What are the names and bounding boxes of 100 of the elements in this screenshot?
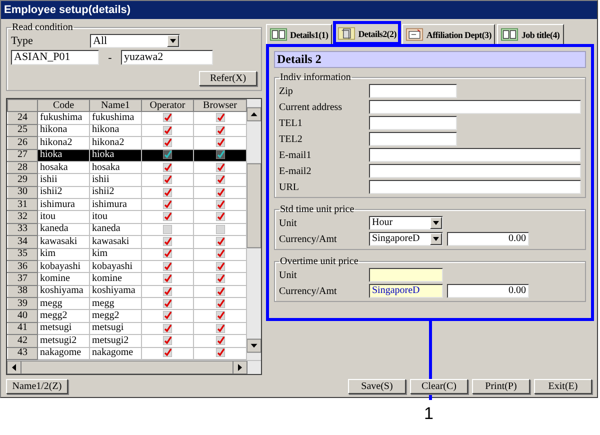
- checked-checkbox[interactable]: [216, 311, 224, 320]
- checked-checkbox[interactable]: [216, 126, 224, 135]
- table-row[interactable]: 42 metsugi2 metsugi2: [8, 334, 246, 347]
- action-button[interactable]: Save(S): [348, 378, 406, 394]
- currency-field[interactable]: SingaporeD: [369, 284, 443, 298]
- table-row[interactable]: 28 hosaka hosaka: [8, 161, 246, 174]
- checked-checkbox[interactable]: [163, 237, 172, 246]
- checked-checkbox[interactable]: [163, 324, 172, 333]
- checked-checkbox[interactable]: [163, 162, 172, 172]
- checked-checkbox[interactable]: [216, 286, 224, 296]
- name-toggle-button[interactable]: Name1/2(Z): [6, 378, 68, 394]
- table-row[interactable]: 38 koshiyama koshiyama: [8, 285, 246, 298]
- table-row[interactable]: 32 itou itou: [8, 210, 246, 224]
- table-row[interactable]: 29 ishii ishii: [8, 174, 246, 186]
- input-field[interactable]: [369, 100, 581, 114]
- checked-checkbox[interactable]: [163, 126, 172, 135]
- envelope-icon: [406, 28, 424, 41]
- checked-checkbox[interactable]: [216, 274, 224, 284]
- checked-checkbox[interactable]: [163, 249, 172, 258]
- checked-checkbox[interactable]: [216, 298, 224, 308]
- checked-checkbox[interactable]: [216, 113, 224, 122]
- checked-checkbox[interactable]: [163, 336, 172, 346]
- checked-checkbox[interactable]: [163, 274, 172, 284]
- checked-checkbox[interactable]: [216, 336, 224, 346]
- input-field[interactable]: [369, 164, 581, 178]
- window-title: Employee setup(details): [1, 1, 597, 19]
- column-header[interactable]: Name1: [90, 100, 142, 112]
- checked-checkbox[interactable]: [216, 162, 224, 172]
- checked-checkbox[interactable]: [163, 298, 172, 308]
- checked-checkbox[interactable]: [216, 175, 224, 184]
- checked-checkbox[interactable]: [163, 212, 172, 222]
- action-button[interactable]: Print(P): [472, 378, 530, 394]
- checked-checkbox[interactable]: [163, 348, 172, 358]
- amount-field[interactable]: 0.00: [447, 284, 529, 298]
- to-code-field[interactable]: yuzawa2: [121, 50, 213, 65]
- table-row[interactable]: 41 metsugi metsugi: [8, 322, 246, 335]
- table-row[interactable]: 40 megg2 megg2: [8, 310, 246, 322]
- checked-checkbox[interactable]: [216, 212, 224, 222]
- checked-checkbox[interactable]: [216, 249, 224, 258]
- column-header[interactable]: Code: [38, 100, 90, 112]
- tab[interactable]: Details1(1): [266, 24, 332, 44]
- refer-button[interactable]: Refer(X): [199, 71, 257, 86]
- table-row[interactable]: 26 hikona2 hikona2: [8, 136, 246, 149]
- checked-checkbox[interactable]: [216, 150, 224, 160]
- checked-checkbox[interactable]: [163, 200, 172, 209]
- checked-checkbox[interactable]: [163, 113, 172, 122]
- table-row[interactable]: 39 megg megg: [8, 298, 246, 310]
- tab[interactable]: Affiliation Dept(3): [402, 24, 496, 44]
- checked-checkbox[interactable]: [163, 262, 172, 271]
- amount-field[interactable]: 0.00: [447, 232, 529, 246]
- book-icon: [501, 28, 518, 41]
- checked-checkbox[interactable]: [163, 188, 172, 197]
- column-header[interactable]: Browser: [194, 100, 246, 112]
- table-row[interactable]: 35 kim kim: [8, 248, 246, 260]
- checked-checkbox[interactable]: [216, 200, 224, 209]
- table-row[interactable]: 33 kaneda kaneda: [8, 223, 246, 236]
- checked-checkbox[interactable]: [216, 324, 224, 333]
- checkbox[interactable]: [216, 224, 224, 234]
- table-row[interactable]: 31 ishimura ishimura: [8, 198, 246, 211]
- row-number: 32: [8, 210, 38, 224]
- checked-checkbox[interactable]: [163, 311, 172, 320]
- table-row[interactable]: 24 fukushima fukushima: [8, 112, 246, 124]
- checked-checkbox[interactable]: [163, 150, 172, 160]
- tab[interactable]: Job title(4): [497, 24, 564, 44]
- checked-checkbox[interactable]: [216, 138, 224, 148]
- currency-dropdown[interactable]: SingaporeD: [369, 232, 443, 246]
- checked-checkbox[interactable]: [163, 138, 172, 148]
- input-field[interactable]: [369, 148, 581, 162]
- vertical-scrollbar[interactable]: [247, 99, 261, 361]
- book-icon: [270, 28, 287, 41]
- row-number: 26: [8, 136, 38, 149]
- action-button[interactable]: Clear(C): [410, 378, 468, 394]
- table-row[interactable]: 27 hioka hioka: [8, 149, 246, 162]
- checked-checkbox[interactable]: [216, 237, 224, 246]
- table-row[interactable]: 30 ishii2 ishii2: [8, 186, 246, 198]
- checked-checkbox[interactable]: [216, 188, 224, 197]
- table-cell: metsugi: [38, 322, 90, 335]
- unit-dropdown[interactable]: Hour: [369, 216, 443, 230]
- checked-checkbox[interactable]: [163, 175, 172, 184]
- input-field[interactable]: [369, 84, 457, 98]
- column-header[interactable]: Operator: [142, 100, 194, 112]
- input-field[interactable]: [369, 116, 457, 130]
- table-row[interactable]: 34 kawasaki kawasaki: [8, 236, 246, 248]
- field-label: E-mail2: [279, 166, 312, 176]
- input-field[interactable]: [369, 180, 581, 194]
- horizontal-scrollbar[interactable]: [7, 360, 261, 374]
- checkbox[interactable]: [163, 224, 172, 234]
- table-row[interactable]: 36 kobayashi kobayashi: [8, 260, 246, 273]
- table-row[interactable]: 37 komine komine: [8, 272, 246, 286]
- checked-checkbox[interactable]: [216, 262, 224, 271]
- type-dropdown[interactable]: All: [90, 34, 180, 48]
- tab[interactable]: Details2(2): [334, 22, 400, 44]
- input-field[interactable]: [369, 132, 457, 146]
- table-cell: hioka: [38, 149, 90, 162]
- action-button[interactable]: Exit(E): [534, 378, 592, 394]
- table-row[interactable]: 25 hikona hikona: [8, 124, 246, 137]
- checked-checkbox[interactable]: [163, 286, 172, 296]
- checked-checkbox[interactable]: [216, 348, 224, 358]
- unit-field[interactable]: [369, 268, 443, 282]
- from-code-field[interactable]: ASIAN_P01: [11, 50, 99, 65]
